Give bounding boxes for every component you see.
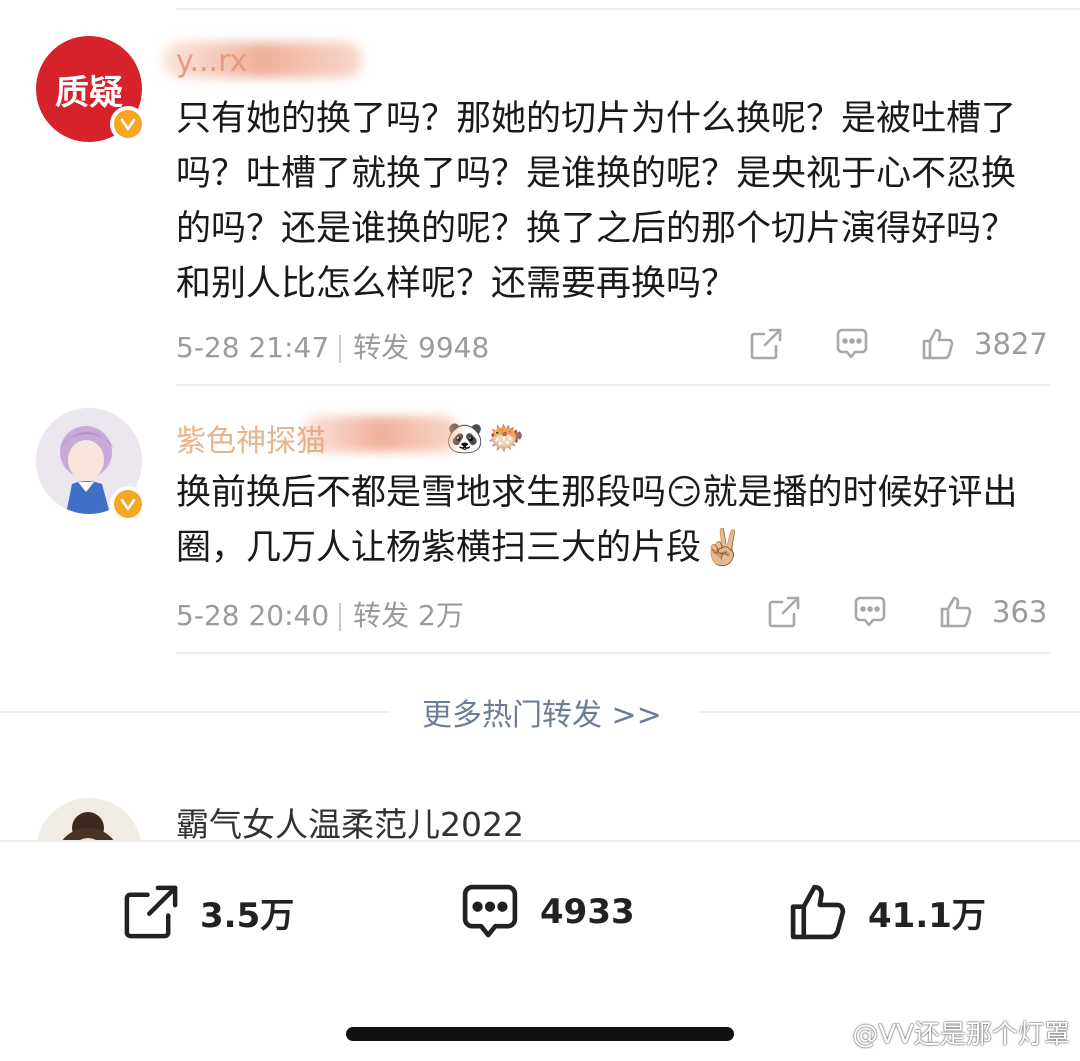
like-button[interactable]: 41.1万 — [786, 872, 986, 952]
post-actions: 363 — [766, 594, 1047, 630]
share-icon[interactable] — [748, 326, 784, 362]
post-time: 5-28 21:47 — [176, 331, 330, 364]
meta-separator — [339, 335, 342, 363]
repost-total: 3.5万 — [200, 895, 295, 936]
repost-text: 只有她的换了吗？那她的切片为什么换呢？是被吐槽了吗？吐槽了就换了吗？是谁换的呢？… — [176, 99, 1017, 304]
divider — [176, 384, 1050, 386]
more-reposts-row: 更多热门转发 >> — [0, 690, 1080, 734]
post-time: 5-28 20:40 — [176, 599, 330, 632]
watermark: @VV还是那个灯罩 — [812, 1014, 1070, 1051]
home-indicator[interactable] — [346, 1027, 734, 1041]
bottom-action-bar: 3.5万 4933 41.1万 @VV还是那个灯罩 — [0, 840, 1080, 1061]
username[interactable]: 霸气女人温柔范儿2022 — [176, 798, 524, 846]
share-icon[interactable] — [766, 594, 802, 630]
comment-total: 4933 — [540, 892, 635, 932]
weibo-logo — [813, 1021, 845, 1046]
more-reposts-link[interactable]: 更多热门转发 >> — [422, 690, 662, 734]
repost-count[interactable]: 转发 9948 — [353, 331, 489, 364]
repost-button[interactable]: 3.5万 — [120, 872, 294, 952]
divider — [0, 711, 390, 713]
like-count: 363 — [992, 595, 1048, 629]
comment-icon — [462, 884, 518, 938]
username-redaction — [300, 416, 460, 452]
like-count: 3827 — [974, 327, 1048, 361]
fish-emoji: 🐡 — [487, 420, 525, 456]
smile-emoji: 😏 — [666, 473, 703, 513]
share-icon — [124, 885, 178, 939]
comment-icon[interactable] — [834, 326, 870, 362]
like-icon[interactable] — [920, 326, 956, 362]
avatar-text: 质疑 — [55, 72, 123, 113]
repost-count[interactable]: 转发 2万 — [353, 599, 464, 632]
comment-button[interactable]: 4933 — [458, 872, 635, 952]
repost-text: 换前换后不都是雪地求生那段吗😏就是播的时候好评出圈，几万人让杨紫横扫三大的片段✌… — [176, 466, 1046, 576]
like-icon — [790, 884, 846, 940]
post-meta: 5-28 20:40 转发 2万 — [176, 594, 464, 634]
username-redaction — [162, 42, 362, 78]
top-divider — [176, 8, 1080, 10]
repost-text-part1: 换前换后不都是雪地求生那段吗 — [176, 473, 667, 513]
meta-separator — [339, 603, 342, 631]
comment-icon[interactable] — [852, 594, 888, 630]
post-actions: 3827 — [748, 326, 1048, 362]
verified-icon — [110, 106, 146, 142]
verified-icon — [110, 486, 146, 522]
watermark-text: @VV还是那个灯罩 — [852, 1020, 1070, 1050]
like-total: 41.1万 — [868, 895, 986, 936]
post-meta: 5-28 21:47 转发 9948 — [176, 326, 489, 366]
victory-hand-emoji: ✌🏼 — [701, 528, 745, 568]
divider — [176, 652, 1050, 654]
divider — [698, 711, 1080, 713]
like-icon[interactable] — [938, 594, 974, 630]
